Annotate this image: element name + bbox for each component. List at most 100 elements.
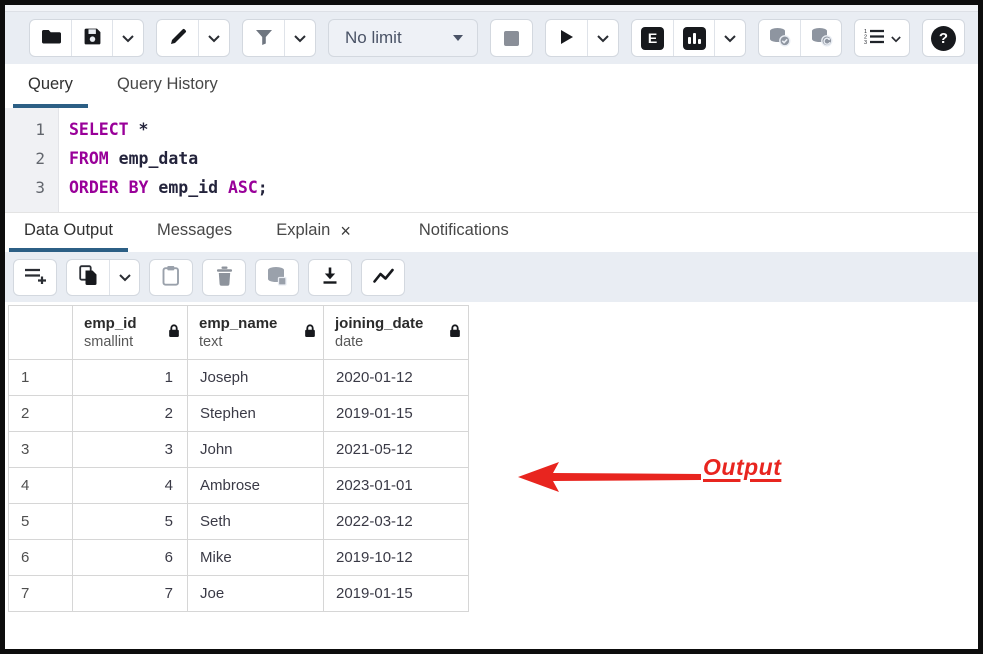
download-button[interactable]: [309, 260, 351, 295]
cell-joining-date[interactable]: 2022-03-12: [324, 504, 469, 540]
row-number[interactable]: 7: [9, 576, 73, 612]
tab-data-output[interactable]: Data Output: [9, 213, 128, 252]
cell-emp-id[interactable]: 2: [73, 396, 188, 432]
tab-messages[interactable]: Messages: [142, 213, 247, 252]
sql-editor: 123 SELECT *FROM emp_dataORDER BY emp_id…: [5, 108, 978, 212]
cell-emp-id[interactable]: 1: [73, 360, 188, 396]
add-row-group: [13, 259, 57, 296]
cell-emp-name[interactable]: Seth: [188, 504, 324, 540]
query-tool-window: No limit E: [0, 0, 983, 654]
table-row: 44Ambrose2023-01-01: [9, 468, 469, 504]
tab-notifications[interactable]: Notifications: [404, 213, 524, 252]
cell-emp-name[interactable]: Ambrose: [188, 468, 324, 504]
cell-emp-name[interactable]: Joseph: [188, 360, 324, 396]
add-row-button[interactable]: [14, 260, 56, 295]
cell-joining-date[interactable]: 2019-01-15: [324, 576, 469, 612]
tab-explain[interactable]: Explain ×: [261, 213, 366, 252]
rollback-button[interactable]: [800, 20, 841, 56]
column-name: joining_date: [335, 314, 442, 333]
execute-options-button[interactable]: [587, 20, 618, 56]
copy-button[interactable]: [67, 260, 109, 295]
cell-emp-name[interactable]: Joe: [188, 576, 324, 612]
cell-emp-id[interactable]: 6: [73, 540, 188, 576]
table-body: 11Joseph2020-01-1222Stephen2019-01-1533J…: [9, 360, 469, 612]
cell-joining-date[interactable]: 2019-10-12: [324, 540, 469, 576]
explain-button[interactable]: E: [632, 20, 673, 56]
graph-visualiser-button[interactable]: [362, 260, 404, 295]
cell-emp-name[interactable]: Mike: [188, 540, 324, 576]
line-number: 3: [5, 173, 58, 202]
results-toolbar: [5, 252, 978, 302]
execute-button-group: [545, 19, 619, 57]
cell-emp-name[interactable]: Stephen: [188, 396, 324, 432]
line-number: 2: [5, 144, 58, 173]
delete-group: [202, 259, 246, 296]
cell-joining-date[interactable]: 2020-01-12: [324, 360, 469, 396]
paste-icon: [162, 265, 180, 289]
window-top-strip: [5, 5, 978, 12]
filter-icon: [255, 29, 273, 48]
macros-button[interactable]: 123: [855, 20, 909, 56]
open-file-button[interactable]: [30, 20, 71, 56]
filter-button[interactable]: [243, 20, 284, 56]
save-options-button[interactable]: [112, 20, 143, 56]
row-number[interactable]: 5: [9, 504, 73, 540]
cell-joining-date[interactable]: 2023-01-01: [324, 468, 469, 504]
select-all-corner[interactable]: [9, 306, 73, 360]
column-header-emp-id[interactable]: emp_id smallint: [73, 306, 188, 360]
row-number[interactable]: 3: [9, 432, 73, 468]
cell-joining-date[interactable]: 2019-01-15: [324, 396, 469, 432]
cell-emp-id[interactable]: 3: [73, 432, 188, 468]
commit-button[interactable]: [759, 20, 800, 56]
stop-button[interactable]: [491, 20, 532, 56]
tab-query[interactable]: Query: [13, 64, 88, 108]
column-header-emp-name[interactable]: emp_name text: [188, 306, 324, 360]
explain-analyze-icon: [683, 27, 706, 50]
help-button[interactable]: ?: [923, 20, 964, 56]
row-limit-value: No limit: [345, 28, 402, 48]
query-tab-bar: Query Query History: [5, 64, 978, 108]
row-number[interactable]: 1: [9, 360, 73, 396]
chevron-down-icon: [891, 31, 901, 46]
editor-code[interactable]: SELECT *FROM emp_dataORDER BY emp_id ASC…: [59, 108, 978, 212]
delete-icon: [216, 266, 233, 289]
line-number: 1: [5, 115, 58, 144]
explain-options-button[interactable]: [714, 20, 745, 56]
cell-emp-id[interactable]: 5: [73, 504, 188, 540]
help-icon: ?: [931, 26, 956, 51]
filter-options-button[interactable]: [284, 20, 315, 56]
save-button[interactable]: [71, 20, 112, 56]
output-tab-bar: Data Output Messages Explain × Notificat…: [5, 212, 978, 252]
download-icon: [321, 266, 339, 288]
edit-button-group: [156, 19, 230, 57]
table-row: 66Mike2019-10-12: [9, 540, 469, 576]
save-data-button[interactable]: [256, 260, 298, 295]
cell-emp-id[interactable]: 4: [73, 468, 188, 504]
edit-button[interactable]: [157, 20, 198, 56]
tab-query-history[interactable]: Query History: [102, 64, 233, 108]
row-number[interactable]: 6: [9, 540, 73, 576]
row-number[interactable]: 4: [9, 468, 73, 504]
column-type: smallint: [84, 333, 161, 351]
cell-emp-name[interactable]: John: [188, 432, 324, 468]
output-annotation-label: Output: [703, 454, 781, 481]
graph-visualiser-icon: [373, 267, 394, 287]
cell-emp-id[interactable]: 7: [73, 576, 188, 612]
row-limit-select[interactable]: No limit: [328, 19, 478, 57]
edit-options-button[interactable]: [198, 20, 229, 56]
table-row: 77Joe2019-01-15: [9, 576, 469, 612]
delete-button[interactable]: [203, 260, 245, 295]
explain-analyze-button[interactable]: [673, 20, 714, 56]
copy-options-button[interactable]: [109, 260, 139, 295]
lock-icon: [304, 323, 316, 342]
execute-button[interactable]: [546, 20, 587, 56]
row-number[interactable]: 2: [9, 396, 73, 432]
close-icon[interactable]: ×: [340, 222, 351, 240]
column-header-joining-date[interactable]: joining_date date: [324, 306, 469, 360]
code-line: FROM emp_data: [69, 144, 978, 173]
cell-joining-date[interactable]: 2021-05-12: [324, 432, 469, 468]
column-name: emp_name: [199, 314, 297, 333]
chevron-down-icon: [597, 31, 609, 46]
copy-icon: [79, 265, 98, 289]
paste-button[interactable]: [150, 260, 192, 295]
